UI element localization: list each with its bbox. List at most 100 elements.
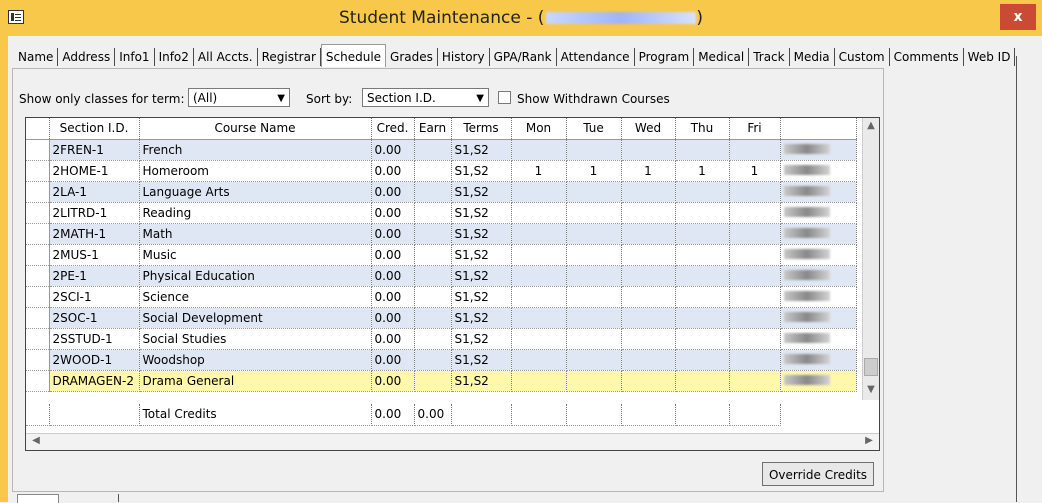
row-selector[interactable]	[26, 160, 50, 182]
cell-cred[interactable]: 0.00	[371, 160, 415, 182]
row-selector[interactable]	[26, 202, 50, 224]
cell-earn[interactable]	[414, 181, 452, 203]
row-selector[interactable]	[26, 223, 50, 245]
tab-schedule[interactable]: Schedule	[320, 44, 387, 67]
cell-tue[interactable]	[566, 349, 622, 371]
cell-mon[interactable]	[511, 244, 567, 266]
horizontal-scrollbar[interactable]: ◀ ▶	[26, 433, 879, 450]
scroll-right-icon[interactable]: ▶	[861, 435, 877, 446]
cell-tue[interactable]	[566, 370, 622, 392]
table-row[interactable]: 2PE-1 Physical Education 0.00 S1,S2	[26, 265, 857, 287]
cell-wed[interactable]	[621, 139, 676, 161]
row-selector[interactable]	[26, 139, 50, 161]
cell-cred[interactable]: 0.00	[371, 265, 415, 287]
row-selector[interactable]	[26, 370, 50, 392]
cell-course[interactable]: Music	[139, 244, 372, 266]
tab-history[interactable]: History	[437, 48, 490, 66]
cell-tue[interactable]	[566, 202, 622, 224]
cell-wed[interactable]	[621, 223, 676, 245]
cell-fri[interactable]	[729, 223, 781, 245]
cell-earn[interactable]	[414, 328, 452, 350]
vertical-scrollbar[interactable]: ▲ ▼	[862, 118, 879, 400]
column-header-terms[interactable]: Terms	[451, 118, 512, 140]
cell-terms[interactable]: S1,S2	[451, 265, 512, 287]
cell-section[interactable]: 2PE-1	[49, 265, 140, 287]
table-row[interactable]: DRAMAGEN-2 Drama General 0.00 S1,S2	[26, 370, 857, 392]
cell-terms[interactable]: S1,S2	[451, 244, 512, 266]
close-button[interactable]: x	[1000, 4, 1036, 30]
cell-earn[interactable]	[414, 370, 452, 392]
cell-thu[interactable]	[675, 139, 730, 161]
cell-tue[interactable]	[566, 307, 622, 329]
table-row[interactable]: 2MUS-1 Music 0.00 S1,S2	[26, 244, 857, 266]
cell-thu[interactable]	[675, 286, 730, 308]
tab-track[interactable]: Track	[749, 48, 790, 66]
cell-mon[interactable]	[511, 286, 567, 308]
cell-tue[interactable]	[566, 286, 622, 308]
cell-wed[interactable]	[621, 202, 676, 224]
cell-section[interactable]: 2LA-1	[49, 181, 140, 203]
table-row[interactable]: 2SOC-1 Social Development 0.00 S1,S2	[26, 307, 857, 329]
cell-terms[interactable]: S1,S2	[451, 286, 512, 308]
cell-fri[interactable]	[729, 370, 781, 392]
tab-address[interactable]: Address	[58, 48, 116, 66]
cell-cred[interactable]: 0.00	[371, 286, 415, 308]
row-selector[interactable]	[26, 265, 50, 287]
cell-course[interactable]: Reading	[139, 202, 372, 224]
cell-earn[interactable]	[414, 244, 452, 266]
cell-mon[interactable]: 1	[511, 160, 567, 182]
term-select[interactable]: (All) ▼	[188, 88, 290, 107]
cell-fri[interactable]	[729, 181, 781, 203]
cell-tue[interactable]	[566, 139, 622, 161]
table-row[interactable]: 2WOOD-1 Woodshop 0.00 S1,S2	[26, 349, 857, 371]
cell-course[interactable]: Social Development	[139, 307, 372, 329]
sort-select[interactable]: Section I.D. ▼	[362, 88, 489, 107]
cell-thu[interactable]	[675, 370, 730, 392]
column-header-thu[interactable]: Thu	[675, 118, 730, 140]
cell-mon[interactable]	[511, 328, 567, 350]
cell-cred[interactable]: 0.00	[371, 202, 415, 224]
cell-course[interactable]: Physical Education	[139, 265, 372, 287]
row-selector[interactable]	[26, 244, 50, 266]
cell-course[interactable]: Woodshop	[139, 349, 372, 371]
cell-fri[interactable]	[729, 286, 781, 308]
cell-wed[interactable]	[621, 286, 676, 308]
tab-grades[interactable]: Grades	[386, 48, 438, 66]
cell-earn[interactable]	[414, 160, 452, 182]
cell-terms[interactable]: S1,S2	[451, 202, 512, 224]
cell-tue[interactable]	[566, 265, 622, 287]
cell-course[interactable]: Language Arts	[139, 181, 372, 203]
cell-thu[interactable]	[675, 223, 730, 245]
tab-attendance[interactable]: Attendance	[556, 48, 635, 66]
cell-mon[interactable]	[511, 307, 567, 329]
tab-info1[interactable]: Info1	[115, 48, 155, 66]
cell-course[interactable]: French	[139, 139, 372, 161]
table-row[interactable]: 2HOME-1 Homeroom 0.00 S1,S2 1 1 1 1 1	[26, 160, 857, 182]
table-row[interactable]: 2SCI-1 Science 0.00 S1,S2	[26, 286, 857, 308]
scroll-thumb[interactable]	[864, 358, 878, 376]
cell-course[interactable]: Drama General	[139, 370, 372, 392]
cell-tue[interactable]	[566, 181, 622, 203]
cell-tue[interactable]	[566, 223, 622, 245]
cell-mon[interactable]	[511, 349, 567, 371]
row-selector[interactable]	[26, 349, 50, 371]
cell-tue[interactable]: 1	[566, 160, 622, 182]
cell-terms[interactable]: S1,S2	[451, 328, 512, 350]
tab-comments[interactable]: Comments	[889, 48, 964, 66]
cell-mon[interactable]	[511, 265, 567, 287]
cell-wed[interactable]: 1	[621, 160, 676, 182]
row-selector[interactable]	[26, 328, 50, 350]
cell-terms[interactable]: S1,S2	[451, 160, 512, 182]
cell-terms[interactable]: S1,S2	[451, 349, 512, 371]
cell-cred[interactable]: 0.00	[371, 328, 415, 350]
column-header-cred[interactable]: Cred.	[371, 118, 415, 140]
cell-thu[interactable]	[675, 202, 730, 224]
cell-cred[interactable]: 0.00	[371, 370, 415, 392]
withdrawn-checkbox[interactable]	[498, 91, 511, 104]
scroll-down-icon[interactable]: ▼	[863, 384, 879, 395]
row-selector[interactable]	[26, 181, 50, 203]
tab-program[interactable]: Program	[634, 48, 695, 66]
cell-section[interactable]: 2SSTUD-1	[49, 328, 140, 350]
cell-thu[interactable]: 1	[675, 160, 730, 182]
cell-section[interactable]: 2MUS-1	[49, 244, 140, 266]
